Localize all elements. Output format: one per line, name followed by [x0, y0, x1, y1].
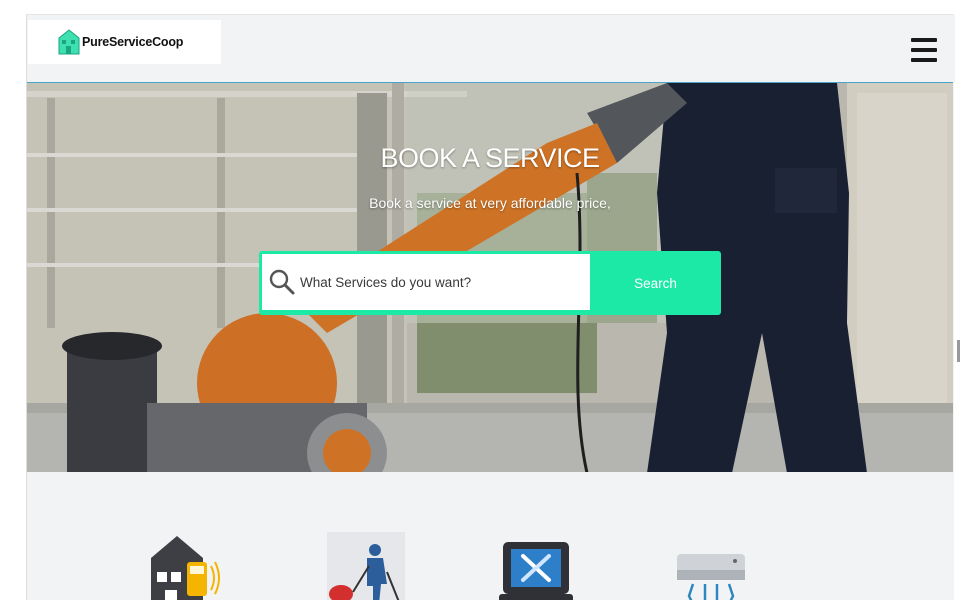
page-frame: PureServiceCoop BOOK A SERVICE Book a se…	[26, 14, 955, 600]
smart-home-icon[interactable]	[145, 532, 223, 600]
search-icon	[268, 268, 296, 296]
hero-title: BOOK A SERVICE	[380, 143, 600, 173]
hero-subtitle: Book a service at very affordable price,	[369, 195, 611, 211]
house-logo-icon	[58, 29, 80, 55]
search-field-container[interactable]	[262, 254, 590, 310]
air-conditioner-icon[interactable]	[675, 532, 753, 600]
computer-repair-icon[interactable]	[499, 532, 577, 600]
search-button[interactable]: Search	[590, 251, 721, 315]
services-section	[27, 472, 953, 600]
cleaning-service-icon[interactable]	[327, 532, 405, 600]
hero-banner: BOOK A SERVICE Book a service at very af…	[27, 82, 953, 472]
site-header: PureServiceCoop	[27, 15, 955, 82]
search-input[interactable]	[300, 274, 580, 290]
hamburger-menu-icon[interactable]	[911, 37, 937, 63]
search-bar: Search	[259, 251, 721, 315]
logo-text: PureServiceCoop	[82, 35, 184, 49]
site-logo[interactable]: PureServiceCoop	[28, 20, 221, 64]
